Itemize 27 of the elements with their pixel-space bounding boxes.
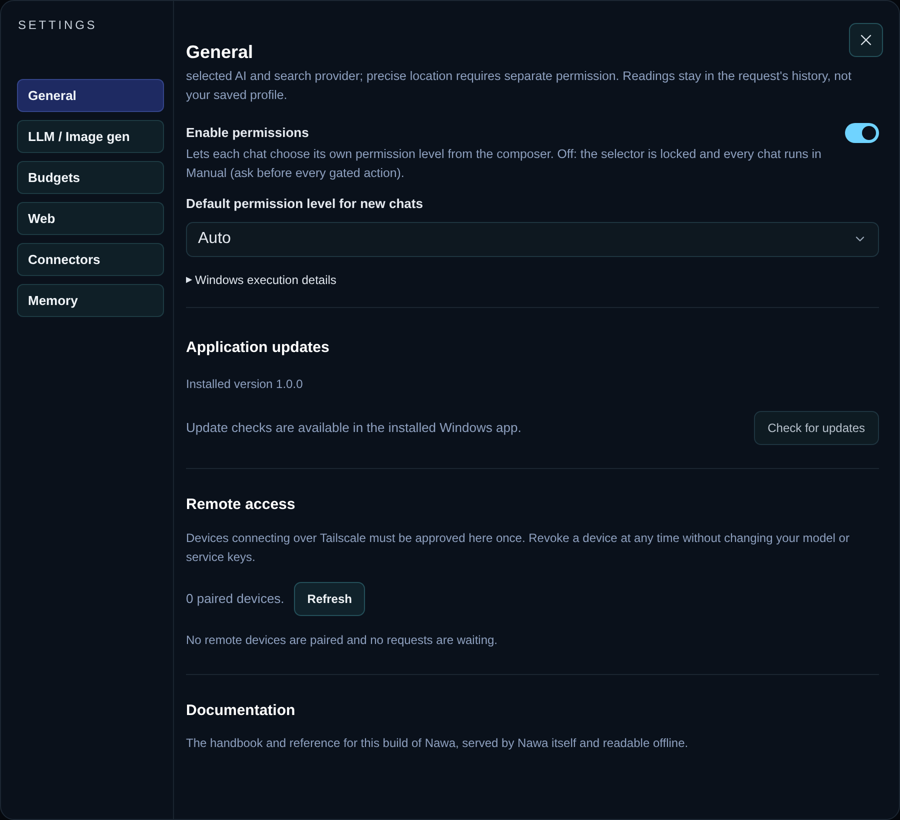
check-updates-button[interactable]: Check for updates [754,411,879,445]
window-title: SETTINGS [18,17,98,34]
setting-label: Enable permissions [186,124,309,142]
update-note: Update checks are available in the installed Windows app. [186,419,522,438]
sidebar-item[interactable]: Connectors [17,243,164,276]
section-title: Remote access [186,495,296,515]
refresh-button[interactable]: Refresh [294,582,365,616]
close-button[interactable] [849,23,883,57]
sidebar-item[interactable]: General [17,79,164,112]
version-text: Installed version 1.0.0 [186,376,304,393]
section-title: Application updates [186,338,330,358]
sidebar-item[interactable]: Budgets [17,161,164,194]
permission-level-select[interactable]: Auto [186,222,879,256]
permissions-toggle[interactable] [845,123,879,143]
section-description: Devices connecting over Tailscale must be approved here once. Revoke a device at any time without changing your model or service keys. [186,530,850,566]
setting-description: Lets each chat choose its own permission level from the composer. Off: the selector is locked and every chat runs in Manual (ask before every gated action). [186,146,822,182]
intro-text: selected AI and search provider; precise location requires separate permission. Readings stay in the request's history, not your saved profile. [186,68,852,104]
page-title: General [186,41,254,64]
details-disclosure[interactable]: ▶ Windows execution details [186,270,336,288]
select-label: Default permission level for new chats [186,195,424,213]
section-title: Documentation [186,700,296,720]
sidebar-item[interactable]: LLM / Image gen [17,120,164,153]
status-text: No remote devices are paired and no requests are waiting. [186,632,499,648]
sidebar-item[interactable]: Memory [17,284,164,317]
section-description: The handbook and reference for this build of Nawa, served by Nawa itself and readable offline. [186,735,690,752]
paired-count: 0 paired devices. [186,590,284,608]
sidebar-item[interactable]: Web [17,202,164,235]
